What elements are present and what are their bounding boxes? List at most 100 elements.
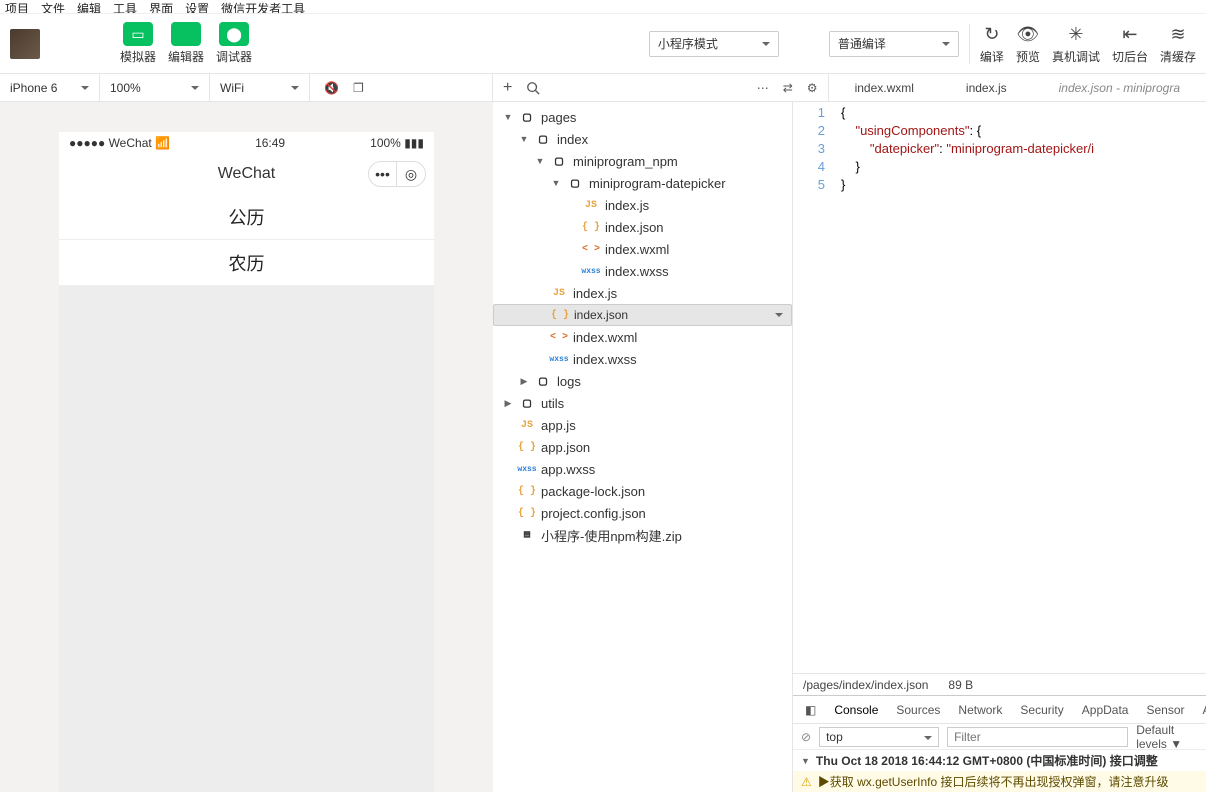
tree-logs[interactable]: ▶▢logs: [493, 370, 792, 392]
file-path: /pages/index/index.json: [803, 678, 928, 692]
main-toolbar: ▭模拟器编辑器 ⬤调试器 小程序模式 普通编译 ↻编译 👁预览 ✳真机调试 ⇤切后台 ≋清…: [0, 14, 1206, 74]
menu-编辑[interactable]: 编辑: [77, 0, 101, 13]
add-file-icon[interactable]: +: [503, 79, 512, 97]
wxml-icon: < >: [581, 244, 601, 255]
search-icon[interactable]: [526, 81, 540, 95]
log-levels-select[interactable]: Default levels ▼: [1136, 723, 1198, 751]
模拟器-button[interactable]: ▭模拟器: [120, 22, 156, 65]
console-warn-row[interactable]: ⚠ ▶获取 wx.getUserInfo 接口后续将不再出现授权弹窗，请注意升级: [793, 771, 1206, 792]
tree-miniprogram-datepicker[interactable]: ▼▢miniprogram-datepicker: [493, 172, 792, 194]
refresh-icon: ↻: [980, 22, 1004, 46]
context-select[interactable]: top: [819, 727, 939, 747]
tree-index.js[interactable]: JSindex.js: [493, 194, 792, 216]
file-size: 89 B: [948, 678, 973, 692]
editor-panel: 12345 { "usingComponents": { "datepicker…: [793, 102, 1206, 792]
device-select[interactable]: iPhone 6: [0, 74, 100, 101]
tab-index.wxml[interactable]: index.wxml: [829, 74, 940, 102]
split-icon[interactable]: ⇄: [783, 81, 793, 95]
wifi-icon: 📶: [155, 136, 170, 150]
compile-select[interactable]: 普通编译: [829, 31, 959, 57]
chevron-icon: ▼: [503, 112, 513, 122]
picker-公历[interactable]: 公历: [59, 194, 434, 240]
tree-index[interactable]: ▼▢index: [493, 128, 792, 150]
code-icon: [171, 22, 201, 46]
folder-icon: ▢: [517, 110, 537, 125]
真机调试-button[interactable]: ✳真机调试: [1052, 22, 1100, 65]
eye-icon: 👁: [1016, 22, 1040, 46]
tree-app.wxss[interactable]: wxssapp.wxss: [493, 458, 792, 480]
tree-index.wxml[interactable]: < >index.wxml: [493, 238, 792, 260]
menu-微信开发者工具[interactable]: 微信开发者工具: [221, 0, 305, 13]
devtools-tab-network[interactable]: Network: [958, 703, 1002, 717]
chevron-icon: ▶: [519, 376, 529, 387]
expand-icon[interactable]: ▼: [801, 756, 810, 766]
devtools-tab-sensor[interactable]: Sensor: [1146, 703, 1184, 717]
clear-console-icon[interactable]: ⊘: [801, 730, 811, 744]
network-select[interactable]: WiFi: [210, 74, 310, 101]
tree-index.js[interactable]: JSindex.js: [493, 282, 792, 304]
capsule-buttons[interactable]: ••• ◎: [368, 161, 426, 187]
device-icon: ✳: [1064, 22, 1088, 46]
more-icon[interactable]: ⋯: [757, 81, 769, 95]
capsule-menu-icon[interactable]: •••: [369, 162, 397, 186]
zoom-select[interactable]: 100%: [100, 74, 210, 101]
json-icon: { }: [517, 442, 537, 453]
编译-button[interactable]: ↻编译: [980, 22, 1004, 65]
warn-icon: ⚠: [801, 775, 812, 789]
menu-工具[interactable]: 工具: [113, 0, 137, 13]
tree-project.config.json[interactable]: { }project.config.json: [493, 502, 792, 524]
menu-文件[interactable]: 文件: [41, 0, 65, 13]
devtools-tab-security[interactable]: Security: [1020, 703, 1063, 717]
battery-label: 100% ▮▮▮: [370, 136, 424, 150]
tree-index.json[interactable]: { }index.json: [493, 304, 792, 326]
capsule-close-icon[interactable]: ◎: [397, 162, 425, 186]
json-icon: { }: [581, 222, 601, 233]
settings-sliders-icon[interactable]: ⚙: [807, 81, 818, 95]
devtools-toggle-icon[interactable]: ◧: [805, 703, 816, 717]
menu-界面[interactable]: 界面: [149, 0, 173, 13]
tree-package-lock.json[interactable]: { }package-lock.json: [493, 480, 792, 502]
tree-miniprogram_npm[interactable]: ▼▢miniprogram_npm: [493, 150, 792, 172]
切后台-button[interactable]: ⇤切后台: [1112, 22, 1148, 65]
devtools-tab-sources[interactable]: Sources: [896, 703, 940, 717]
tree-app.json[interactable]: { }app.json: [493, 436, 792, 458]
code-editor[interactable]: 12345 { "usingComponents": { "datepicker…: [793, 102, 1206, 673]
wxml-icon: < >: [549, 332, 569, 343]
tree-index.wxss[interactable]: wxssindex.wxss: [493, 260, 792, 282]
menu-设置[interactable]: 设置: [185, 0, 209, 13]
预览-button[interactable]: 👁预览: [1016, 22, 1040, 65]
tree-pages[interactable]: ▼▢pages: [493, 106, 792, 128]
tree-index.wxml[interactable]: < >index.wxml: [493, 326, 792, 348]
tab-index.js[interactable]: index.js: [940, 74, 1033, 102]
tab-index.json - miniprogra[interactable]: index.json - miniprogra: [1033, 74, 1206, 102]
mode-select[interactable]: 小程序模式: [649, 31, 779, 57]
menu-项目[interactable]: 项目: [5, 0, 29, 13]
tree-index.wxss[interactable]: wxssindex.wxss: [493, 348, 792, 370]
devtools-tab-appdata[interactable]: AppData: [1082, 703, 1129, 717]
phone-frame: ●●●●● WeChat 📶 16:49 100% ▮▮▮ WeChat •••…: [59, 132, 434, 792]
picker-农历[interactable]: 农历: [59, 240, 434, 286]
editor-status-bar: /pages/index/index.json 89 B: [793, 673, 1206, 695]
devtools-tab-console[interactable]: Console: [834, 703, 878, 717]
清缓存-button[interactable]: ≋清缓存: [1160, 22, 1196, 65]
调试器-button[interactable]: ⬤调试器: [216, 22, 252, 65]
console-filter-input[interactable]: [947, 727, 1128, 747]
mute-icon[interactable]: 🔇: [324, 81, 339, 95]
copy-icon[interactable]: ❐: [353, 81, 364, 95]
folder-icon: ▢: [549, 154, 569, 169]
console-log-row[interactable]: ▼ Thu Oct 18 2018 16:44:12 GMT+0800 (中国标…: [793, 750, 1206, 771]
back-icon: ⇤: [1118, 22, 1142, 46]
main-menubar: 项目文件编辑工具界面设置微信开发者工具: [0, 0, 1206, 14]
tree-小程序-使用npm构建.zip[interactable]: ▤小程序-使用npm构建.zip: [493, 524, 792, 546]
bug-icon: ⬤: [219, 22, 249, 46]
tree-utils[interactable]: ▶▢utils: [493, 392, 792, 414]
user-avatar[interactable]: [10, 29, 40, 59]
phone-icon: ▭: [123, 22, 153, 46]
tree-index.json[interactable]: { }index.json: [493, 216, 792, 238]
js-icon: JS: [517, 420, 537, 431]
folder-icon: ▢: [565, 176, 585, 191]
tree-app.js[interactable]: JSapp.js: [493, 414, 792, 436]
devtools-tab-audits[interactable]: Audits: [1203, 703, 1206, 717]
编辑器-button[interactable]: 编辑器: [168, 22, 204, 65]
json-icon: { }: [517, 486, 537, 497]
